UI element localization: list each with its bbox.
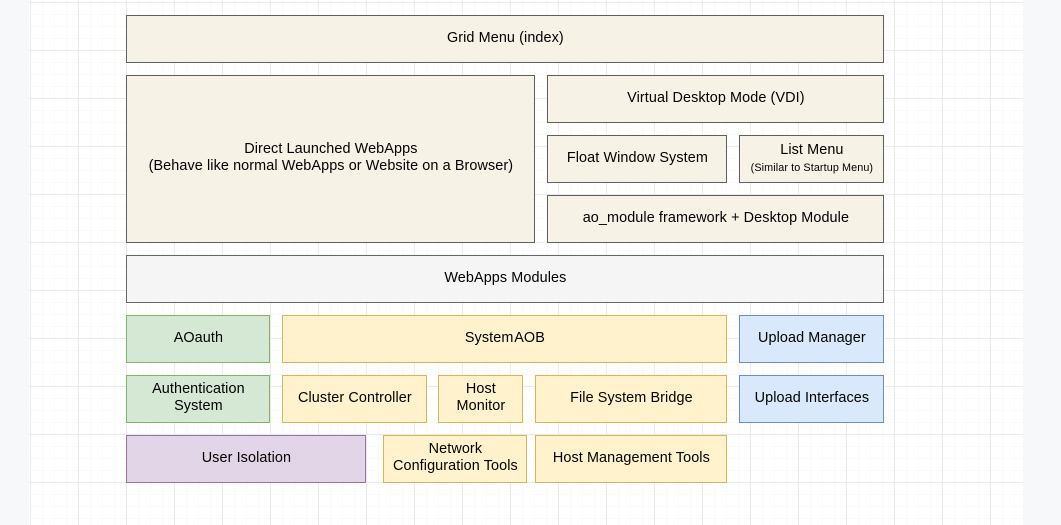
node-upload-manager[interactable]: Upload Manager bbox=[739, 315, 884, 363]
node-host-monitor[interactable]: HostMonitor bbox=[438, 375, 523, 423]
node-label: System bbox=[174, 398, 223, 415]
node-label: File System Bridge bbox=[570, 390, 693, 407]
node-label: Network bbox=[429, 441, 482, 458]
node-aoauth[interactable]: AOauth bbox=[126, 315, 270, 363]
node-label: Configuration Tools bbox=[393, 458, 518, 475]
node-cluster-controller[interactable]: Cluster Controller bbox=[282, 375, 427, 423]
node-label: Upload Manager bbox=[758, 330, 866, 347]
node-vdi[interactable]: Virtual Desktop Mode (VDI) bbox=[547, 75, 884, 123]
node-label: Cluster Controller bbox=[298, 390, 412, 407]
node-label: Virtual Desktop Mode (VDI) bbox=[627, 90, 805, 107]
node-direct-webapps[interactable]: Direct Launched WebApps(Behave like norm… bbox=[126, 75, 535, 243]
node-label: Host Management Tools bbox=[553, 450, 710, 467]
node-system-aob[interactable]: System AOB bbox=[282, 315, 727, 363]
node-label: AOauth bbox=[174, 330, 223, 347]
node-upload-interfaces[interactable]: Upload Interfaces bbox=[739, 375, 884, 423]
node-label: Upload Interfaces bbox=[755, 390, 870, 407]
node-network-config[interactable]: NetworkConfiguration Tools bbox=[383, 435, 527, 483]
node-float-window[interactable]: Float Window System bbox=[547, 135, 727, 183]
drawio-canvas: Grid Menu (index) Direct Launched WebApps… bbox=[0, 0, 1061, 525]
node-label: ao_module framework + Desktop Module bbox=[583, 210, 849, 227]
node-label: Monitor bbox=[457, 398, 506, 415]
node-label: Float Window System bbox=[567, 150, 708, 167]
node-label: (Behave like normal WebApps or Website o… bbox=[149, 158, 514, 175]
node-label: System AOB bbox=[465, 330, 545, 347]
diagram-page[interactable]: Grid Menu (index) Direct Launched WebApps… bbox=[29, 0, 1023, 525]
node-label: User Isolation bbox=[202, 450, 291, 467]
node-auth-system[interactable]: AuthenticationSystem bbox=[126, 375, 270, 423]
node-label: List Menu bbox=[780, 142, 843, 159]
node-grid-menu[interactable]: Grid Menu (index) bbox=[126, 15, 884, 63]
node-label: Host bbox=[466, 381, 496, 398]
node-label: Authentication bbox=[152, 381, 245, 398]
node-host-mgmt[interactable]: Host Management Tools bbox=[535, 435, 727, 483]
node-list-menu[interactable]: List Menu (Similar to Startup Menu) bbox=[739, 135, 884, 183]
node-user-isolation[interactable]: User Isolation bbox=[126, 435, 366, 483]
node-label: Direct Launched WebApps bbox=[244, 141, 417, 158]
node-sublabel: (Similar to Startup Menu) bbox=[751, 162, 874, 175]
node-label: WebApps Modules bbox=[444, 270, 566, 287]
node-label: Grid Menu (index) bbox=[447, 30, 564, 47]
node-webapps-modules[interactable]: WebApps Modules bbox=[126, 255, 884, 303]
node-ao-module[interactable]: ao_module framework + Desktop Module bbox=[547, 195, 884, 243]
node-fs-bridge[interactable]: File System Bridge bbox=[535, 375, 727, 423]
